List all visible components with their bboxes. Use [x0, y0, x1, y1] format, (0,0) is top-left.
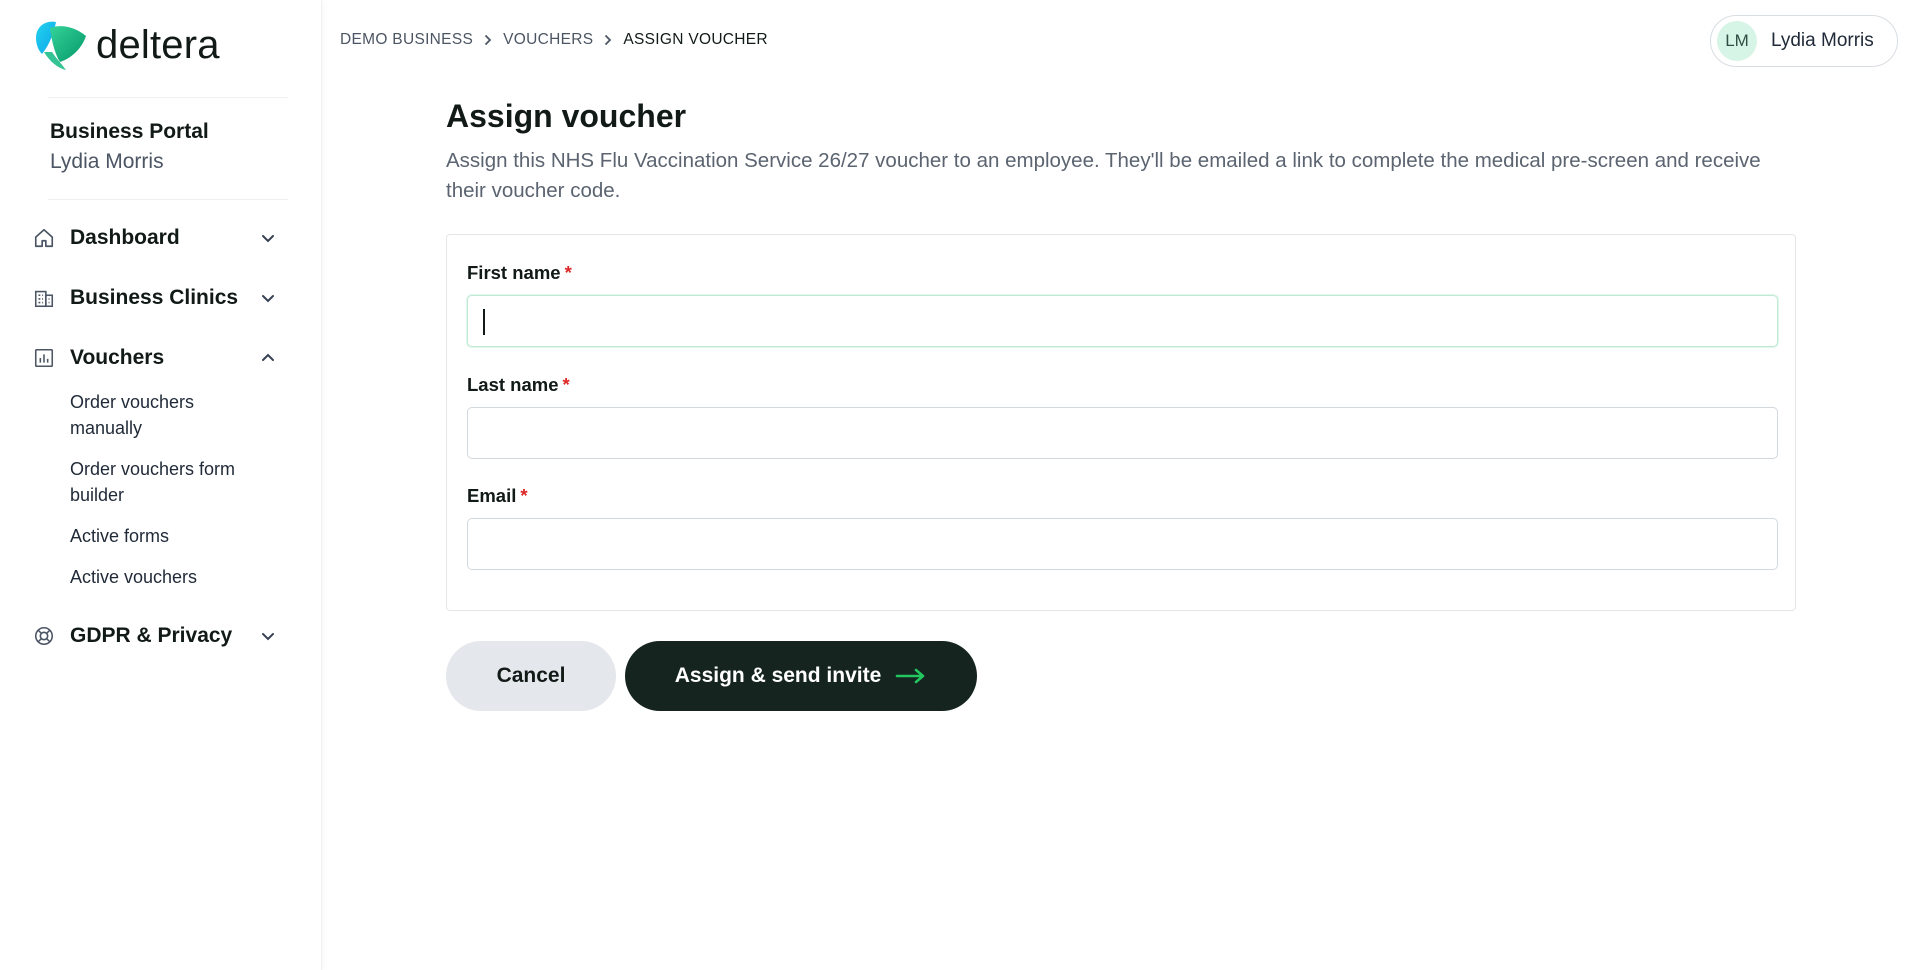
lifebuoy-icon	[32, 624, 56, 648]
breadcrumb-vouchers[interactable]: VOUCHERS	[503, 31, 593, 49]
sidebar-item-label: Business Clinics	[70, 286, 239, 309]
chevron-up-icon[interactable]	[258, 348, 278, 368]
sidebar-subitem-order-vouchers-form-builder[interactable]: Order vouchers form builder	[70, 456, 240, 508]
first-name-input[interactable]	[467, 295, 1778, 347]
breadcrumb-assign-voucher: ASSIGN VOUCHER	[623, 31, 768, 48]
chevron-down-icon[interactable]	[258, 626, 278, 646]
assign-send-invite-button[interactable]: Assign & send invite	[625, 641, 977, 711]
brand-name: deltera	[96, 22, 220, 67]
sidebar-item-label: Vouchers	[70, 346, 165, 369]
cancel-button[interactable]: Cancel	[446, 641, 616, 711]
sidebar: deltera Business Portal Lydia Morris Das…	[0, 0, 322, 970]
sidebar-item-business-clinics[interactable]: Business Clinics	[32, 280, 282, 316]
chevron-down-icon[interactable]	[258, 228, 278, 248]
chart-icon	[32, 346, 56, 370]
home-icon	[32, 226, 56, 250]
assign-button-label: Assign & send invite	[674, 664, 882, 687]
portal-title: Business Portal	[50, 120, 209, 143]
page-description: Assign this NHS Flu Vaccination Service …	[446, 149, 1761, 202]
page-title: Assign voucher	[446, 98, 687, 134]
portal-info: Business Portal Lydia Morris	[50, 120, 209, 174]
portal-user-name: Lydia Morris	[50, 150, 164, 173]
sidebar-subitem-order-vouchers-manually[interactable]: Order vouchers manually	[70, 389, 240, 441]
breadcrumb: DEMO BUSINESS VOUCHERS ASSIGN VOUCHER	[340, 31, 768, 49]
user-name: Lydia Morris	[1771, 30, 1874, 51]
deltera-logo-icon	[36, 21, 86, 70]
last-name-label: Last name *	[467, 374, 570, 396]
email-label-text: Email	[467, 485, 517, 506]
sidebar-divider	[48, 199, 288, 200]
sidebar-item-vouchers[interactable]: Vouchers	[32, 340, 282, 376]
brand-logo[interactable]: deltera	[32, 18, 220, 72]
required-marker: *	[562, 374, 570, 395]
text-caret	[483, 309, 485, 335]
sidebar-subitem-active-forms[interactable]: Active forms	[70, 523, 240, 549]
required-marker: *	[564, 262, 572, 283]
breadcrumb-demo-business[interactable]: DEMO BUSINESS	[340, 31, 473, 49]
user-menu-button[interactable]: LM Lydia Morris	[1710, 15, 1898, 67]
chevron-down-icon[interactable]	[258, 288, 278, 308]
sidebar-subitem-active-vouchers[interactable]: Active vouchers	[70, 564, 240, 590]
email-input[interactable]	[467, 518, 1778, 570]
last-name-label-text: Last name	[467, 374, 559, 395]
assign-voucher-form: First name * Last name * Email *	[446, 234, 1796, 611]
chevron-right-icon	[599, 34, 617, 46]
required-marker: *	[520, 485, 528, 506]
avatar: LM	[1717, 21, 1757, 61]
sidebar-item-label: Dashboard	[70, 226, 180, 249]
first-name-label: First name *	[467, 262, 572, 284]
sidebar-item-label: GDPR & Privacy	[70, 624, 233, 647]
chevron-right-icon	[479, 34, 497, 46]
sidebar-item-dashboard[interactable]: Dashboard	[32, 220, 282, 256]
building-icon	[32, 286, 56, 310]
sidebar-divider	[48, 97, 288, 98]
last-name-input[interactable]	[467, 407, 1778, 459]
cancel-button-label: Cancel	[496, 664, 566, 687]
email-label: Email *	[467, 485, 528, 507]
arrow-right-icon	[895, 667, 927, 685]
sidebar-item-gdpr-privacy[interactable]: GDPR & Privacy	[32, 618, 282, 654]
first-name-label-text: First name	[467, 262, 561, 283]
